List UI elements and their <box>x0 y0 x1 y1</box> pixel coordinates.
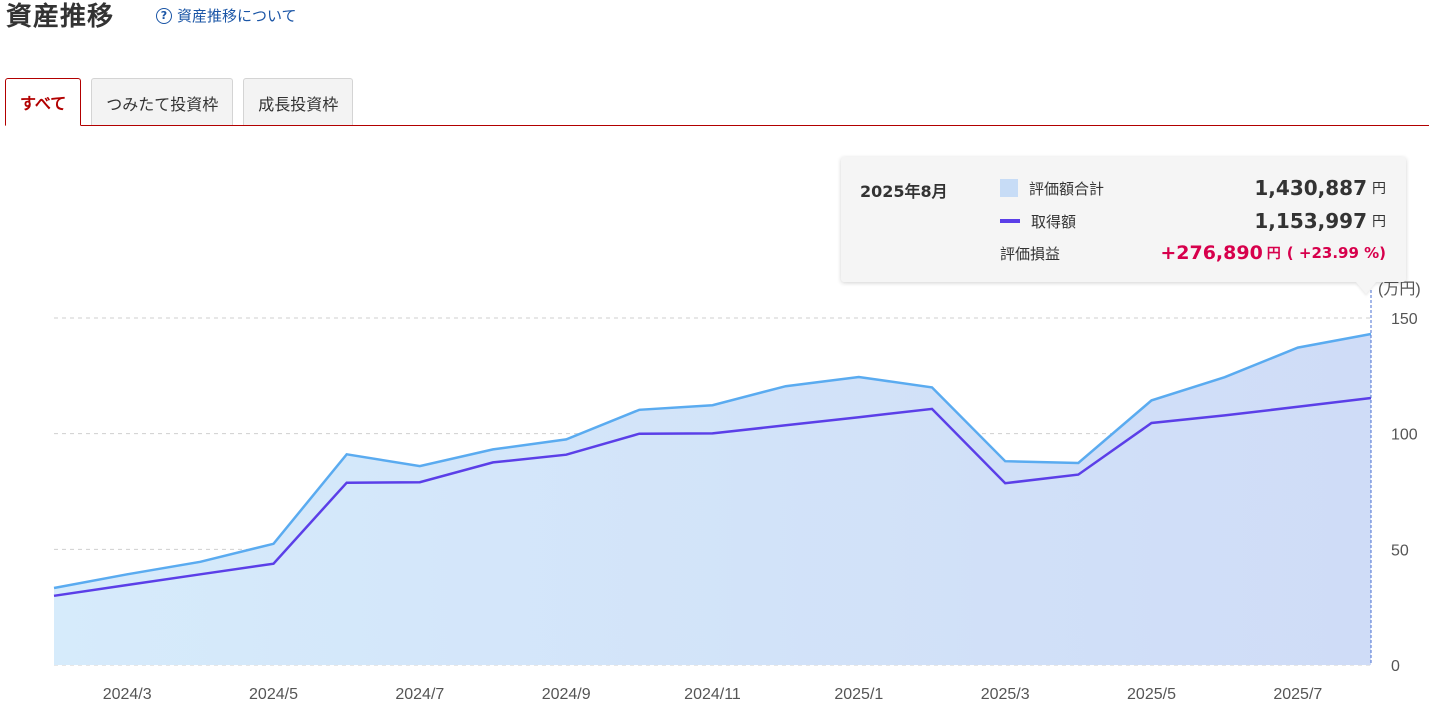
chart-tooltip: 2025年8月 評価額合計 1,430,887 円 取得額 1,153,997 … <box>841 157 1406 282</box>
cost-legend-swatch <box>1000 219 1020 223</box>
x-tick-label: 2025/7 <box>1273 686 1322 702</box>
valuation-legend-swatch <box>1000 179 1018 197</box>
y-tick-label: 100 <box>1391 427 1418 444</box>
cost-value: 1,153,997 <box>1254 209 1367 233</box>
gain-value: +276,890 <box>1160 242 1263 264</box>
x-tick-label: 2024/7 <box>395 686 444 702</box>
asset-trend-chart[interactable]: 0 50 100 150 2024/3 2024/5 2024/7 2024/9 2024/11… <box>0 0 1429 702</box>
x-tick-label: 2024/3 <box>103 686 152 702</box>
x-tick-label: 2025/1 <box>834 686 883 702</box>
gain-unit: 円 <box>1266 246 1281 262</box>
x-tick-label: 2024/11 <box>684 686 741 702</box>
gain-percent: ( +23.99 %) <box>1286 244 1386 262</box>
tooltip-date: 2025年8月 <box>860 182 948 201</box>
cost-unit: 円 <box>1372 214 1386 230</box>
gain-label: 評価損益 <box>1000 244 1061 263</box>
y-tick-label: 150 <box>1391 311 1418 328</box>
y-tick-label: 0 <box>1391 658 1400 675</box>
tab-all[interactable]: すべて <box>5 78 82 126</box>
valuation-area <box>54 334 1371 665</box>
y-tick-label: 50 <box>1391 542 1409 559</box>
valuation-unit: 円 <box>1372 181 1386 197</box>
tooltip-row-gain: 評価損益 +276,890 円 ( +23.99 %) <box>1000 239 1386 267</box>
tooltip-row-valuation: 評価額合計 1,430,887 円 <box>1000 174 1386 202</box>
valuation-label: 評価額合計 <box>1029 179 1105 198</box>
tooltip-pointer <box>1356 282 1376 294</box>
x-tick-label: 2025/3 <box>981 686 1030 702</box>
cost-label: 取得額 <box>1031 212 1077 231</box>
x-tick-label: 2024/9 <box>542 686 591 702</box>
x-tick-label: 2024/5 <box>249 686 298 702</box>
valuation-value: 1,430,887 <box>1254 176 1367 200</box>
y-axis-unit: (万円) <box>1378 281 1421 298</box>
tooltip-row-cost: 取得額 1,153,997 円 <box>1000 207 1386 235</box>
x-tick-label: 2025/5 <box>1127 686 1176 702</box>
